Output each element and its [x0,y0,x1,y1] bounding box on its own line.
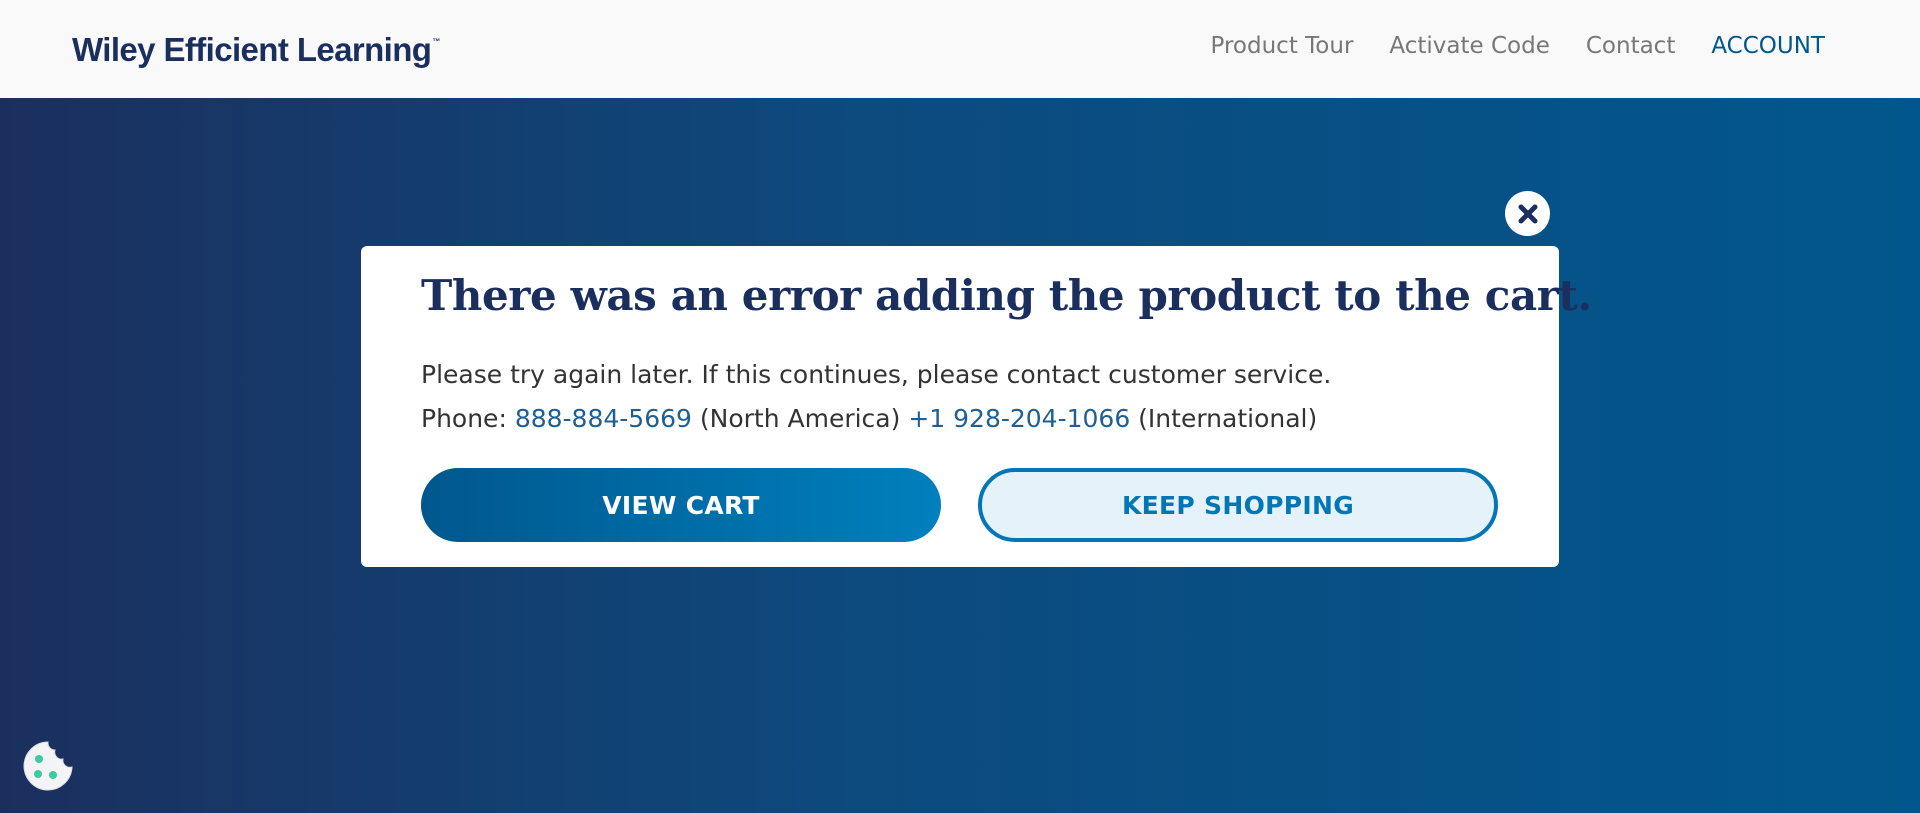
phone-na-suffix: (North America) [691,404,909,433]
main-nav: Product Tour Activate Code Contact ACCOU… [1211,33,1825,59]
view-cart-button[interactable]: VIEW CART [421,468,941,542]
nav-account[interactable]: ACCOUNT [1711,33,1825,59]
phone-north-america-link[interactable]: 888-884-5669 [515,404,692,433]
close-icon [1518,204,1537,223]
nav-product-tour[interactable]: Product Tour [1211,33,1354,59]
nav-contact[interactable]: Contact [1586,33,1675,59]
cookie-icon [23,741,73,791]
modal-title: There was an error adding the product to… [421,271,1592,320]
modal-message: Please try again later. If this continue… [421,360,1332,389]
modal-close-button[interactable] [1505,191,1550,236]
error-modal: There was an error adding the product to… [361,246,1592,567]
cookie-settings-button[interactable] [22,740,74,792]
keep-shopping-button[interactable]: KEEP SHOPPING [978,468,1498,542]
phone-label: Phone: [421,404,515,433]
logo-text: Wiley Efficient Learning [72,31,432,68]
site-header: Wiley Efficient Learning™ Product Tour A… [0,0,1920,98]
nav-activate-code[interactable]: Activate Code [1389,33,1549,59]
logo-trademark: ™ [432,37,440,46]
modal-phone-line: Phone: 888-884-5669 (North America) +1 9… [421,404,1317,433]
wiley-logo[interactable]: Wiley Efficient Learning™ [72,31,440,69]
phone-international-link[interactable]: +1 928-204-1066 [908,404,1130,433]
phone-intl-suffix: (International) [1130,404,1318,433]
